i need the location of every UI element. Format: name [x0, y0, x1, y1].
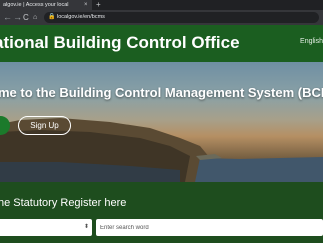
forward-icon[interactable]: →: [13, 12, 22, 23]
hero-title: me to the Building Control Management Sy…: [0, 85, 323, 100]
browser-tab-bar: algov.ie | Access your local × +: [0, 0, 323, 10]
tab-title: algov.ie | Access your local: [3, 2, 69, 8]
reload-icon[interactable]: C: [23, 12, 29, 23]
select-arrow-icon: ⬍: [83, 224, 89, 230]
page-title: ational Building Control Office: [0, 33, 240, 52]
site-header: ational Building Control Office English: [0, 25, 323, 62]
close-icon[interactable]: ×: [84, 0, 88, 10]
register-title: he Statutory Register here: [0, 197, 127, 209]
signup-button[interactable]: Sign Up: [18, 116, 71, 135]
new-tab-icon[interactable]: +: [96, 0, 101, 10]
browser-tab[interactable]: algov.ie | Access your local ×: [0, 0, 92, 10]
register-search-section: he Statutory Register here ⬍: [0, 182, 323, 243]
language-link[interactable]: English: [300, 38, 323, 45]
register-type-select[interactable]: ⬍: [0, 219, 92, 236]
address-bar[interactable]: 🔒 localgov.ie/en/bcms: [44, 12, 319, 23]
home-icon[interactable]: ⌂: [33, 12, 37, 23]
lock-icon: 🔒: [48, 14, 56, 20]
hero-banner: me to the Building Control Management Sy…: [0, 62, 323, 182]
back-icon[interactable]: ←: [3, 12, 12, 23]
url-text[interactable]: localgov.ie/en/bcms: [57, 12, 105, 23]
search-input[interactable]: [96, 219, 323, 236]
browser-toolbar: ← → C ⌂ 🔒 localgov.ie/en/bcms: [0, 10, 323, 25]
